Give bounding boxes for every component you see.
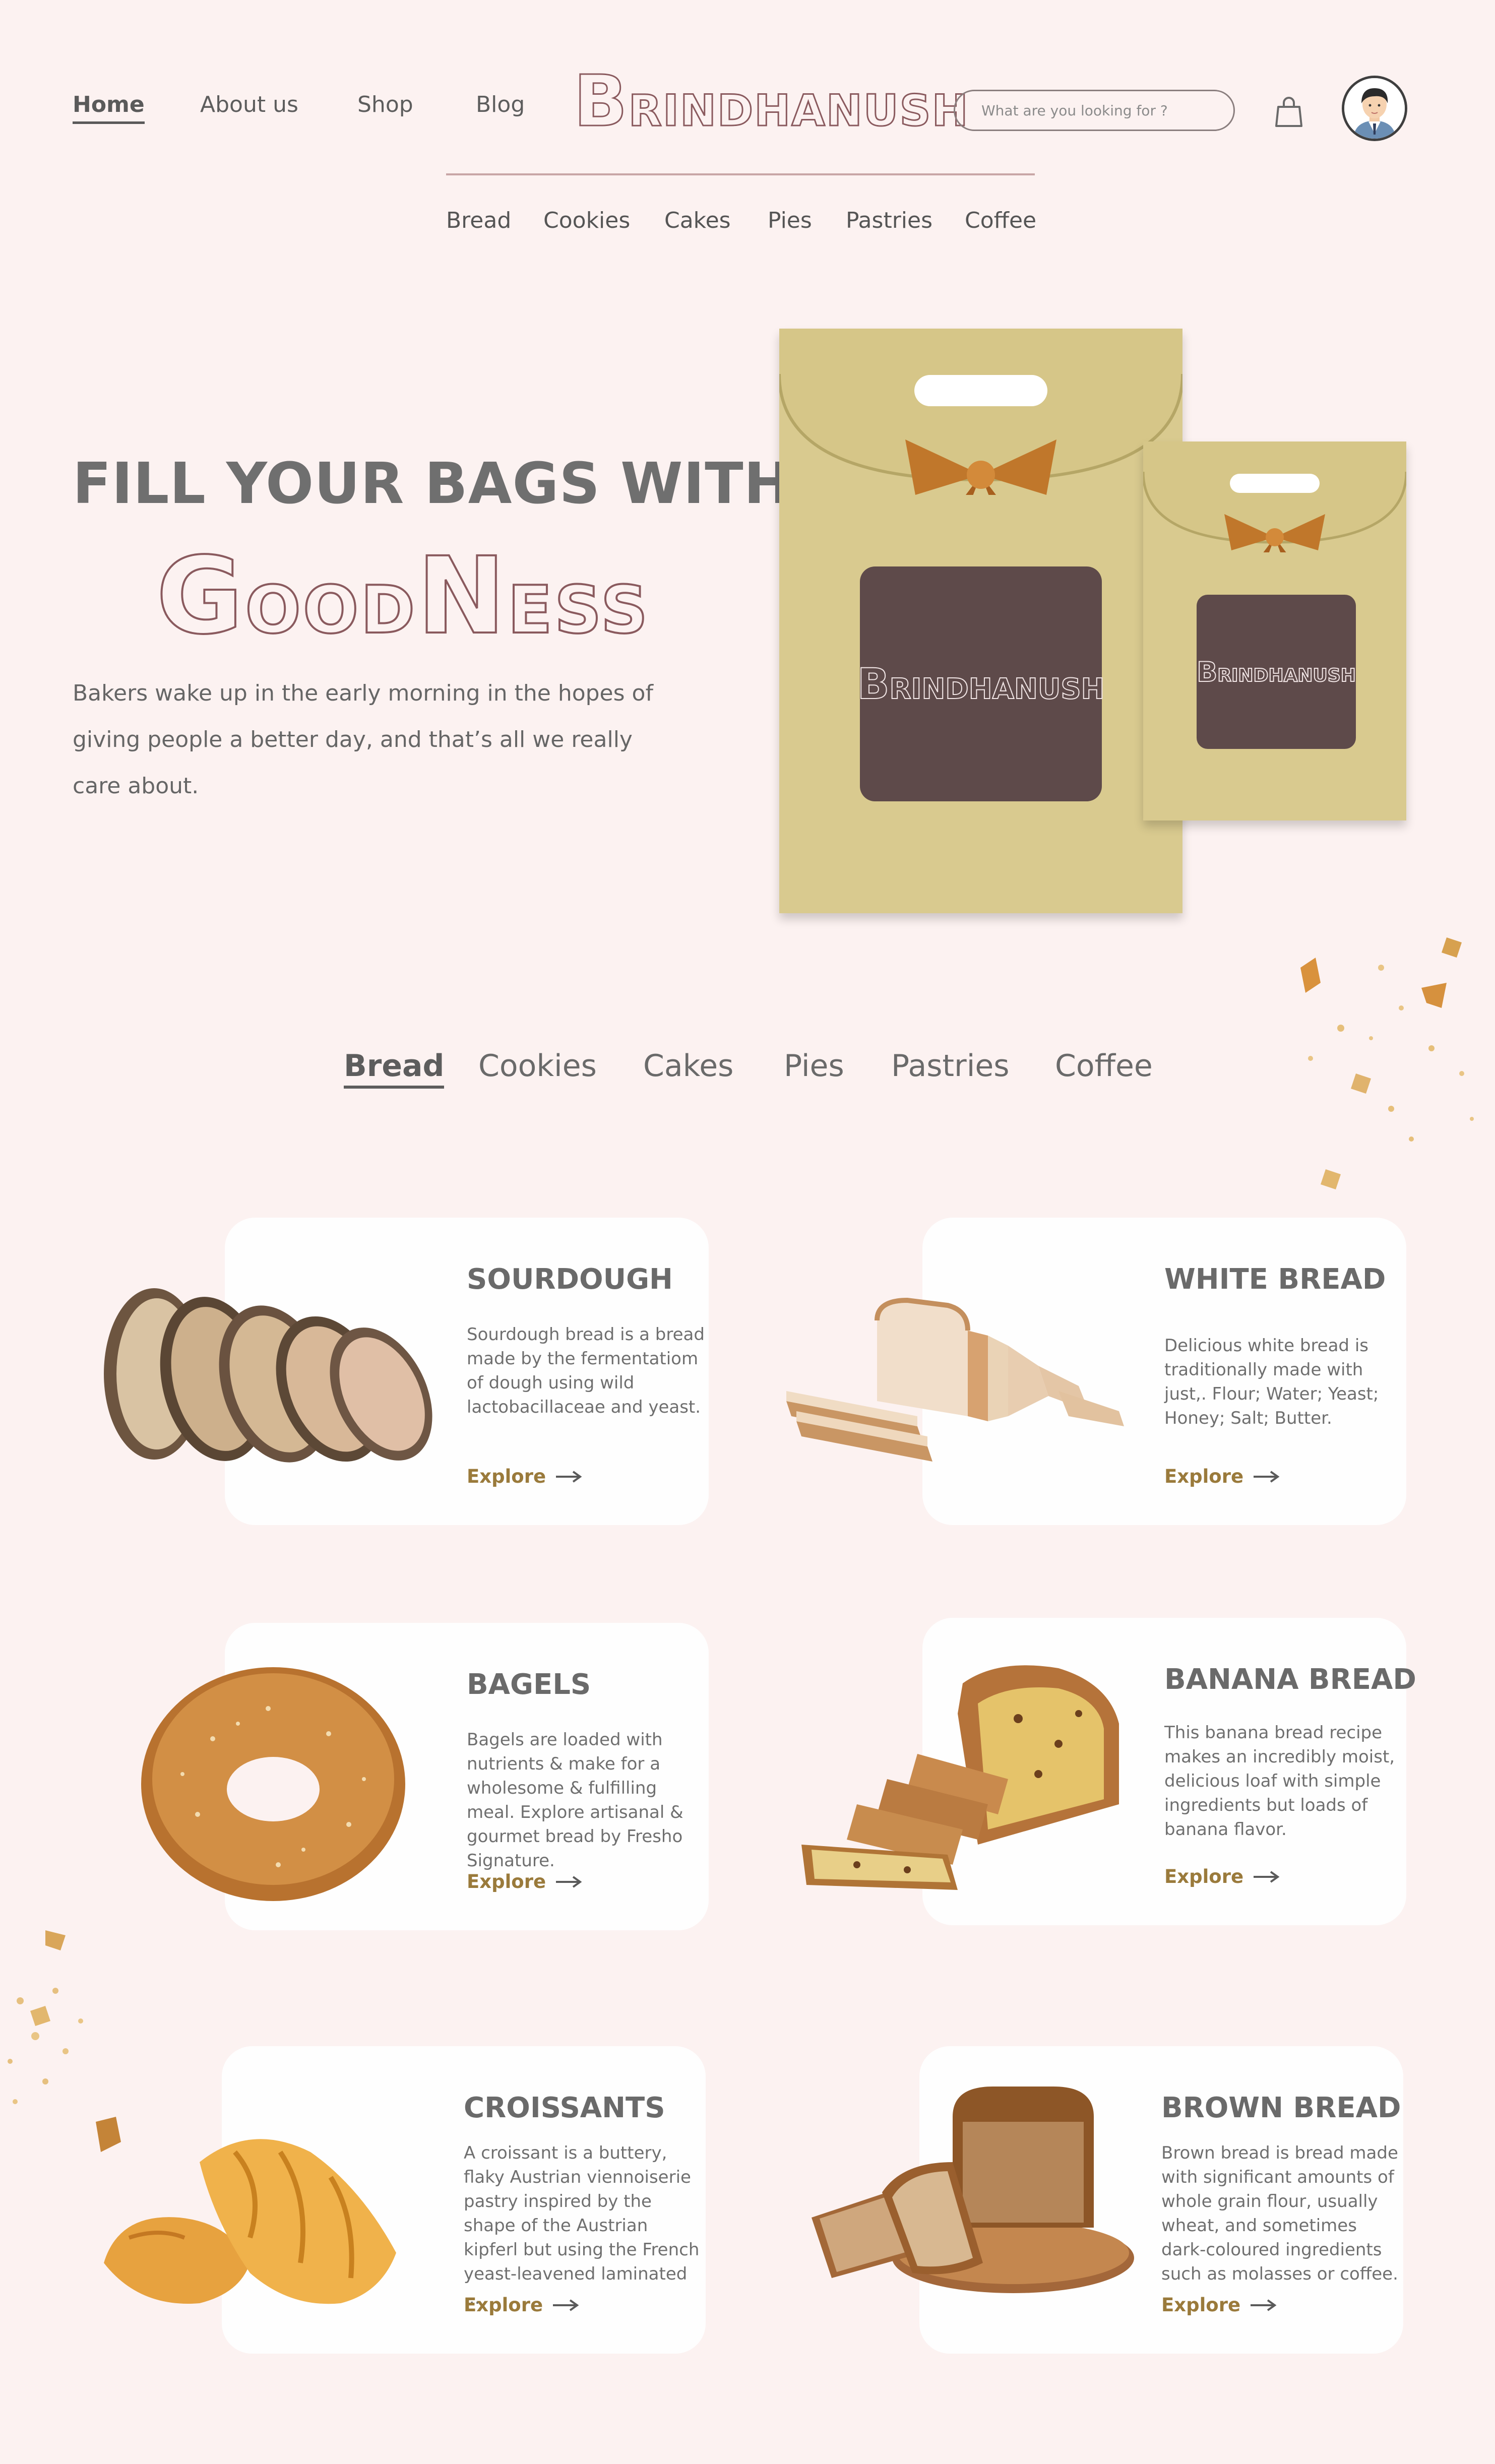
goodness-ess: ESS — [507, 571, 650, 649]
product-title: BROWN BREAD — [1161, 2092, 1401, 2124]
bag-brand-text-small: BRINDHANUSH — [1196, 656, 1356, 688]
explore-label: Explore — [467, 1871, 546, 1892]
product-description: Brown bread is bread made with significa… — [1161, 2143, 1398, 2284]
category-tab-coffee[interactable]: Coffee — [1055, 1048, 1153, 1084]
explore-link[interactable]: Explore — [467, 1466, 582, 1487]
nav-about-us[interactable]: About us — [200, 92, 298, 117]
product-description: A croissant is a buttery, flaky Austrian… — [464, 2143, 700, 2308]
goodness-g: G — [155, 533, 245, 659]
product-description: This banana bread recipe makes an incred… — [1164, 1723, 1395, 1840]
explore-link[interactable]: Explore — [1161, 2294, 1277, 2316]
subnav-pastries[interactable]: Pastries — [846, 208, 932, 233]
hero-title: FILL YOUR BAGS WITH — [73, 451, 792, 517]
subnav-bread[interactable]: Bread — [446, 208, 511, 233]
explore-label: Explore — [1161, 2294, 1241, 2316]
nav-home[interactable]: Home — [73, 92, 145, 124]
hero-description: Bakers wake up in the early morning in t… — [73, 680, 653, 799]
shopping-bag-icon[interactable] — [1275, 96, 1302, 128]
sourdough-image — [104, 1288, 432, 1463]
user-avatar[interactable] — [1342, 76, 1407, 141]
subnav-coffee[interactable]: Coffee — [965, 208, 1036, 233]
explore-label: Explore — [1164, 1866, 1244, 1887]
category-tab-pies[interactable]: Pies — [784, 1048, 844, 1084]
gift-bag-large: BRINDHANUSH — [779, 329, 1182, 913]
explore-link[interactable]: Explore — [1164, 1866, 1280, 1887]
product-description: Sourdough bread is a bread made by the f… — [467, 1324, 705, 1417]
arrow-right-icon — [553, 2299, 579, 2311]
goodness-n: N — [416, 533, 508, 659]
goodness-ood: OOD — [244, 571, 417, 649]
search-input[interactable] — [981, 102, 1233, 119]
bag-brand-label: BRINDHANUSH — [856, 566, 1105, 801]
bag-flap — [779, 329, 1182, 495]
banana-bread-image — [801, 1665, 1119, 1890]
subnav-pies[interactable]: Pies — [768, 208, 812, 233]
search-box[interactable] — [954, 90, 1235, 131]
brand-logo-initial: B — [573, 60, 629, 144]
brand-logo-rest: RINDHANUSH — [628, 85, 969, 137]
category-tab-pastries[interactable]: Pastries — [891, 1048, 1010, 1084]
product-title: WHITE BREAD — [1164, 1263, 1386, 1296]
nav-shop[interactable]: Shop — [357, 92, 413, 117]
arrow-right-icon — [1254, 1470, 1280, 1483]
explore-label: Explore — [467, 1466, 546, 1487]
brown-bread-image — [812, 2087, 1134, 2293]
header-divider — [446, 173, 1035, 175]
bag-brand-text: BRINDHANUSH — [856, 659, 1105, 709]
product-title: BAGELS — [467, 1668, 591, 1701]
product-title: BANANA BREAD — [1164, 1663, 1416, 1696]
product-title: CROISSANTS — [464, 2092, 665, 2124]
crumbs-decoration-top — [1300, 937, 1474, 1189]
arrow-right-icon — [556, 1875, 582, 1888]
gift-bag-small: BRINDHANUSH — [1143, 441, 1406, 820]
white-bread-image — [786, 1297, 1124, 1462]
subnav-cookies[interactable]: Cookies — [543, 208, 630, 233]
brand-logo[interactable]: BRINDHANUSH — [573, 60, 969, 144]
explore-link[interactable]: Explore — [464, 2294, 579, 2316]
category-tab-cookies[interactable]: Cookies — [478, 1048, 597, 1084]
product-title: SOURDOUGH — [467, 1263, 673, 1296]
explore-label: Explore — [464, 2294, 543, 2316]
category-tab-bread[interactable]: Bread — [344, 1048, 445, 1089]
bag-brand-label-small: BRINDHANUSH — [1196, 595, 1356, 749]
explore-link[interactable]: Explore — [467, 1871, 582, 1892]
arrow-right-icon — [556, 1470, 582, 1483]
product-description: Bagels are loaded with nutrients & make … — [467, 1730, 683, 1871]
arrow-right-icon — [1251, 2299, 1277, 2311]
nav-blog[interactable]: Blog — [476, 92, 525, 117]
crumbs-decoration-left — [8, 1930, 121, 2152]
bag-flap-small — [1143, 441, 1406, 552]
explore-label: Explore — [1164, 1466, 1244, 1487]
arrow-right-icon — [1254, 1870, 1280, 1883]
product-description: Delicious white bread is traditionally m… — [1164, 1336, 1379, 1428]
subnav-cakes[interactable]: Cakes — [664, 208, 731, 233]
category-tab-cakes[interactable]: Cakes — [643, 1048, 733, 1084]
bagel-image — [141, 1667, 405, 1901]
explore-link[interactable]: Explore — [1164, 1466, 1280, 1487]
hero-goodness-wordmark: GOODNESS — [155, 533, 650, 659]
